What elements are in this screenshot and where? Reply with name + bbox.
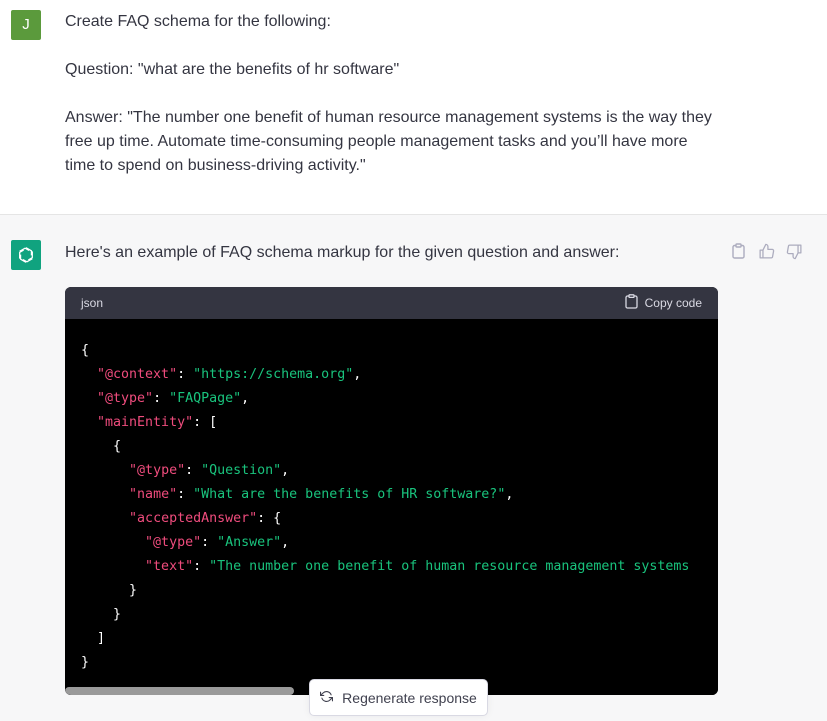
- code-line: ]: [81, 627, 718, 651]
- code-token-key: "text": [145, 559, 194, 574]
- code-line: "name": "What are the benefits of HR sof…: [81, 483, 718, 507]
- code-token-punc: [81, 391, 97, 406]
- user-paragraph: Answer: "The number one benefit of human…: [65, 109, 712, 174]
- code-token-str: "FAQPage": [169, 391, 242, 406]
- code-token-punc: :: [193, 559, 210, 574]
- clipboard-icon: [624, 294, 638, 312]
- refresh-icon: [320, 690, 334, 706]
- user-message: J Create FAQ schema for the following: Q…: [0, 0, 827, 215]
- assistant-message: Here's an example of FAQ schema markup f…: [0, 215, 827, 721]
- code-token-punc: {: [81, 343, 90, 358]
- code-language-label: json: [81, 296, 104, 310]
- code-token-punc: ,: [241, 391, 250, 406]
- scrollbar-thumb[interactable]: [65, 687, 294, 695]
- code-token-key: "acceptedAnswer": [129, 511, 258, 526]
- code-line: {: [81, 339, 718, 363]
- code-token-punc: :: [201, 535, 218, 550]
- code-line: "text": "The number one benefit of human…: [81, 555, 718, 579]
- code-token-key: "@context": [97, 367, 178, 382]
- code-block: json Copy code { "@context": "https://sc…: [65, 287, 718, 695]
- code-token-str: "Answer": [217, 535, 282, 550]
- code-token-punc: :: [177, 367, 194, 382]
- code-token-key: "@type": [145, 535, 202, 550]
- code-line: "@type": "FAQPage",: [81, 387, 718, 411]
- code-token-str: "The number one benefit of human resourc…: [209, 559, 690, 574]
- code-token-punc: : {: [257, 511, 282, 526]
- code-token-key: "@type": [97, 391, 154, 406]
- openai-logo-icon: [11, 240, 41, 270]
- code-block-header: json Copy code: [65, 287, 718, 319]
- code-line: "@context": "https://schema.org",: [81, 363, 718, 387]
- code-line: "acceptedAnswer": {: [81, 507, 718, 531]
- code-line: }: [81, 579, 718, 603]
- regenerate-response-button[interactable]: Regenerate response: [309, 679, 488, 716]
- code-token-key: "@type": [129, 463, 186, 478]
- code-token-punc: [81, 535, 145, 550]
- regenerate-label: Regenerate response: [342, 689, 477, 706]
- code-token-punc: : [: [193, 415, 218, 430]
- user-message-text: Create FAQ schema for the following: Que…: [65, 10, 715, 178]
- code-token-punc: [81, 559, 145, 574]
- code-token-punc: ,: [281, 463, 290, 478]
- code-token-punc: ,: [281, 535, 290, 550]
- code-token-str: "Question": [201, 463, 282, 478]
- user-avatar: J: [11, 10, 41, 40]
- code-token-punc: [81, 415, 97, 430]
- code-token-punc: [81, 487, 129, 502]
- user-paragraph: Question: "what are the benefits of hr s…: [65, 61, 400, 78]
- clipboard-icon[interactable]: [728, 241, 748, 261]
- thumbs-up-icon[interactable]: [756, 241, 776, 261]
- code-content: { "@context": "https://schema.org", "@ty…: [65, 319, 718, 689]
- code-token-key: "name": [129, 487, 178, 502]
- code-line: "@type": "Answer",: [81, 531, 718, 555]
- code-token-punc: {: [81, 439, 122, 454]
- code-token-str: "What are the benefits of HR software?": [193, 487, 506, 502]
- code-line: {: [81, 435, 718, 459]
- code-token-punc: :: [185, 463, 202, 478]
- message-actions: [728, 241, 804, 261]
- user-paragraph: Create FAQ schema for the following:: [65, 13, 331, 30]
- code-token-punc: :: [177, 487, 194, 502]
- code-line: "mainEntity": [: [81, 411, 718, 435]
- code-token-punc: [81, 463, 129, 478]
- code-token-punc: :: [153, 391, 170, 406]
- code-line: }: [81, 603, 718, 627]
- code-token-key: "mainEntity": [97, 415, 194, 430]
- code-line: }: [81, 651, 718, 675]
- code-line: "@type": "Question",: [81, 459, 718, 483]
- code-token-punc: }: [81, 655, 90, 670]
- code-token-punc: }: [81, 607, 122, 622]
- copy-code-label: Copy code: [644, 296, 702, 310]
- thumbs-down-icon[interactable]: [784, 241, 804, 261]
- code-token-punc: }: [81, 583, 138, 598]
- code-token-punc: [81, 367, 97, 382]
- code-token-punc: ,: [505, 487, 514, 502]
- copy-code-button[interactable]: Copy code: [624, 294, 702, 312]
- assistant-intro-text: Here's an example of FAQ schema markup f…: [65, 244, 620, 261]
- code-token-punc: ,: [353, 367, 362, 382]
- code-token-punc: [81, 511, 129, 526]
- code-token-str: "https://schema.org": [193, 367, 354, 382]
- code-token-punc: ]: [81, 631, 106, 646]
